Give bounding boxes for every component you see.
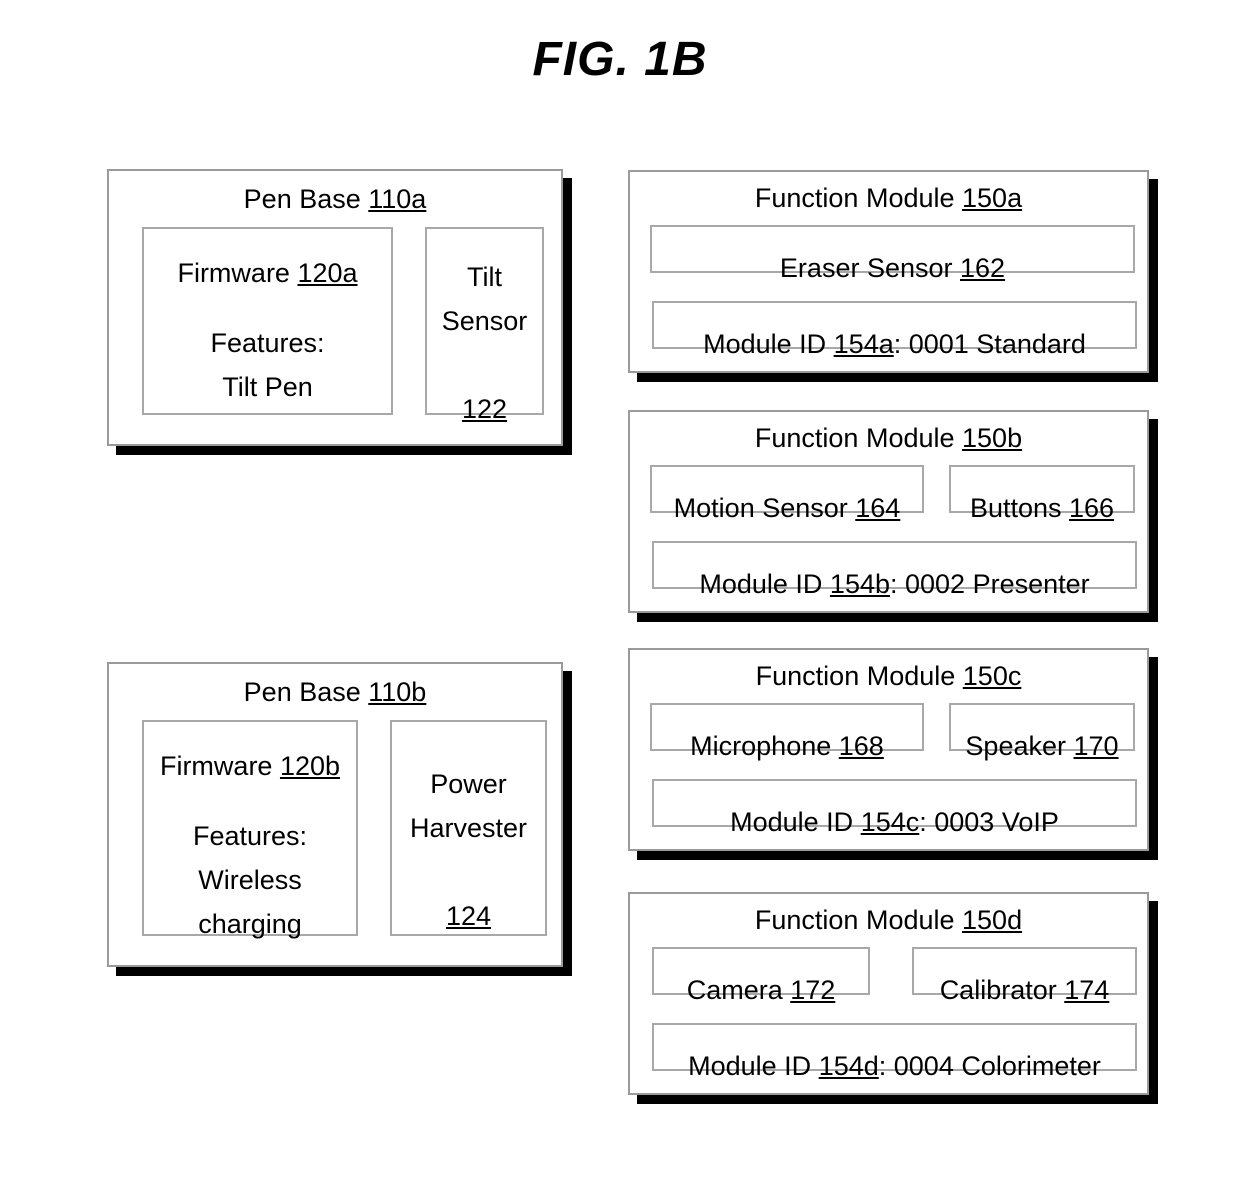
function-module-150c-title-ref: 150c [962,661,1022,691]
module-id-154a-prefix: Module ID [703,329,834,359]
power-harvester-124-ref: 124 [445,901,492,931]
firmware-120a-features-value: Tilt Pen [222,372,313,402]
function-module-150b: Function Module 150b Motion Sensor 164 B… [628,410,1149,613]
microphone-168-ref: 168 [838,731,884,761]
firmware-120b-content: Firmware 120b Features: Wireless chargin… [144,722,356,946]
function-module-150a-title-ref: 150a [962,183,1023,213]
microphone-168-label: Microphone [690,731,839,761]
calibrator-174-box: Calibrator 174 [912,947,1137,1005]
tilt-sensor-122-ref: 122 [461,394,508,424]
motion-sensor-164-label: Motion Sensor [673,493,856,523]
speaker-170-box: Speaker 170 [949,703,1135,761]
eraser-sensor-162-box: Eraser Sensor 162 [650,225,1135,283]
module-id-154b-prefix: Module ID [699,569,830,599]
buttons-166-content: Buttons 166 [970,451,1114,527]
module-id-154d-content: Module ID 154d: 0004 Colorimeter [688,1009,1101,1085]
tilt-sensor-122-box: Tilt Sensor 122 [425,227,544,424]
firmware-120a-content: Firmware 120a Features: Tilt Pen [144,229,391,409]
pen-base-110a-title: Pen Base 110a [109,184,561,214]
function-module-150d-title-text: Function Module [754,905,963,935]
eraser-sensor-162-label: Eraser Sensor [779,253,960,283]
firmware-120b-spacer [144,788,356,814]
microphone-168-content: Microphone 168 [690,689,884,765]
module-id-154b-box: Module ID 154b: 0002 Presenter [652,541,1137,599]
eraser-sensor-162-ref: 162 [960,253,1006,283]
function-module-150c: Function Module 150c Microphone 168 Spea… [628,648,1149,851]
buttons-166-ref: 166 [1069,493,1115,523]
pen-base-110b-title-text: Pen Base [243,677,369,707]
firmware-120b-label-line: Firmware 120b [144,722,356,788]
module-id-154d-box: Module ID 154d: 0004 Colorimeter [652,1023,1137,1081]
motion-sensor-164-ref: 164 [855,493,901,523]
power-harvester-124-label: Power Harvester [409,769,528,843]
firmware-120a-label-line: Firmware 120a [144,229,391,295]
module-id-154d-suffix: : 0004 Colorimeter [878,1051,1101,1081]
function-module-150a: Function Module 150a Eraser Sensor 162 M… [628,170,1149,373]
camera-172-content: Camera 172 [687,933,836,1009]
module-id-154c-suffix: : 0003 VoIP [919,807,1059,837]
function-module-150b-title: Function Module 150b [630,423,1147,453]
tilt-sensor-122-content: Tilt Sensor 122 [442,211,528,431]
module-id-154b-ref: 154b [829,569,890,599]
function-module-150d: Function Module 150d Camera 172 Calibrat… [628,892,1149,1095]
pen-base-110b-title-ref: 110b [368,677,427,707]
speaker-170-label: Speaker [965,731,1074,761]
function-module-150d-title-ref: 150d [962,905,1023,935]
pen-base-110b: Pen Base 110b Firmware 120b Features: Wi… [107,662,563,967]
firmware-120a-label: Firmware [177,258,298,288]
module-id-154d-ref: 154d [818,1051,879,1081]
module-id-154a-ref: 154a [833,329,894,359]
firmware-120b-ref: 120b [279,751,341,781]
module-id-154b-content: Module ID 154b: 0002 Presenter [699,527,1089,603]
function-module-150c-title: Function Module 150c [630,661,1147,691]
firmware-120a-spacer [144,295,391,321]
speaker-170-content: Speaker 170 [965,689,1118,765]
module-id-154b-suffix: : 0002 Presenter [890,569,1090,599]
module-id-154d-prefix: Module ID [688,1051,819,1081]
function-module-150a-title-text: Function Module [754,183,963,213]
calibrator-174-ref: 174 [1064,975,1110,1005]
motion-sensor-164-content: Motion Sensor 164 [674,451,901,527]
camera-172-box: Camera 172 [652,947,870,1005]
pen-base-110a-title-text: Pen Base [243,184,369,214]
pen-base-110a: Pen Base 110a Firmware 120a Features: Ti… [107,169,563,446]
module-id-154a-box: Module ID 154a: 0001 Standard [652,301,1137,359]
firmware-120b-label: Firmware [159,751,280,781]
calibrator-174-content: Calibrator 174 [940,933,1110,1009]
module-id-154a-content: Module ID 154a: 0001 Standard [703,287,1086,363]
motion-sensor-164-box: Motion Sensor 164 [650,465,924,523]
firmware-120b-box: Firmware 120b Features: Wireless chargin… [142,720,358,939]
firmware-120a-box: Firmware 120a Features: Tilt Pen [142,227,393,415]
pen-base-110b-title: Pen Base 110b [109,677,561,707]
tilt-sensor-122-label: Tilt Sensor [441,262,528,336]
module-id-154c-box: Module ID 154c: 0003 VoIP [652,779,1137,837]
calibrator-174-label: Calibrator [939,975,1065,1005]
firmware-120b-features-label: Features: [192,821,308,851]
buttons-166-label: Buttons [969,493,1069,523]
eraser-sensor-162-content: Eraser Sensor 162 [780,211,1005,287]
patent-figure-1b: FIG. 1B Pen Base 110a Firmware 120a Feat… [0,0,1240,1190]
camera-172-label: Camera [686,975,791,1005]
function-module-150b-title-text: Function Module [754,423,963,453]
firmware-120a-features-label: Features: [210,328,325,358]
microphone-168-box: Microphone 168 [650,703,924,761]
pen-base-110a-title-ref: 110a [368,184,427,214]
function-module-150c-title-text: Function Module [755,661,963,691]
function-module-150d-title: Function Module 150d [630,905,1147,935]
function-module-150b-title-ref: 150b [962,423,1023,453]
firmware-120b-features-value: Wireless charging [198,865,302,939]
figure-title: FIG. 1B [532,33,708,86]
function-module-150a-title: Function Module 150a [630,183,1147,213]
power-harvester-124-box: Power Harvester 124 [390,720,547,936]
buttons-166-box: Buttons 166 [949,465,1135,523]
module-id-154c-ref: 154c [860,807,920,837]
module-id-154c-prefix: Module ID [730,807,861,837]
speaker-170-ref: 170 [1073,731,1119,761]
firmware-120a-ref: 120a [297,258,358,288]
module-id-154c-content: Module ID 154c: 0003 VoIP [730,765,1059,841]
module-id-154a-suffix: : 0001 Standard [893,329,1086,359]
power-harvester-124-content: Power Harvester 124 [410,718,527,938]
camera-172-ref: 172 [790,975,836,1005]
